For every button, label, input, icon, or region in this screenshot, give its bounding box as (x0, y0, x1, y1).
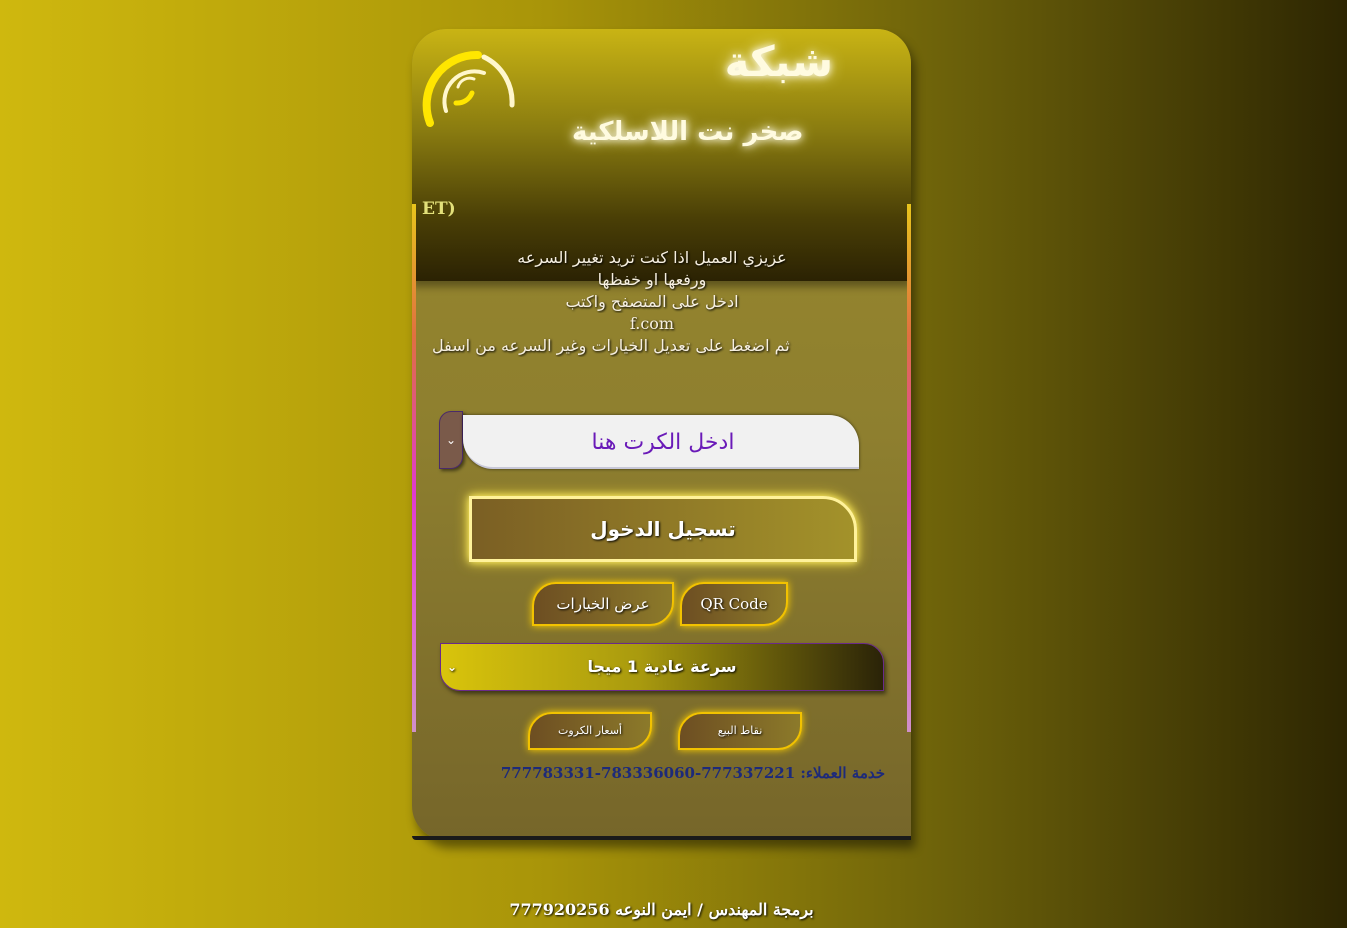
speed-select-value: سرعة عادية 1 ميجا (587, 657, 737, 676)
brand-subtitle: صخر نت اللاسلكية (572, 117, 804, 147)
instruction-line: ثم اضغط على تعديل الخيارات وغير السرعه م… (432, 336, 790, 355)
right-accent-bar (907, 204, 911, 732)
card-input-container (463, 415, 863, 469)
footer-credit-text: برمجة المهندس / ايمن النوعه 777920256 (509, 900, 814, 919)
chevron-down-icon: ⌄ (445, 433, 457, 447)
partial-brand-text: ET) (422, 199, 456, 219)
customer-support-text: خدمة العملاء: 777337221-783336060-777783… (500, 764, 885, 782)
wifi-icon (422, 50, 515, 127)
speed-select[interactable]: ⌄ سرعة عادية 1 ميجا (440, 643, 884, 691)
brand-title: شبكة (724, 37, 833, 86)
card-input-dropdown[interactable]: ⌄ (439, 411, 463, 469)
instruction-link[interactable]: f.com (432, 313, 872, 335)
instruction-line: ادخل على المتصفح واكتب (565, 292, 739, 311)
card-header: شبكة صخر نت اللاسلكية ET) (412, 29, 911, 281)
card-input[interactable] (463, 415, 863, 469)
login-card: شبكة صخر نت اللاسلكية ET) عزيزي العميل ا… (412, 29, 911, 840)
points-of-sale-button[interactable]: نقاط البيع (678, 712, 802, 750)
instruction-line: عزيزي العميل اذا كنت تريد تغيير السرعه (517, 248, 787, 267)
show-options-button[interactable]: عرض الخيارات (532, 582, 674, 626)
qr-code-button[interactable]: QR Code (680, 582, 788, 626)
footer-credit: برمجة المهندس / ايمن النوعه 777920256 (0, 900, 1347, 919)
left-accent-bar (412, 204, 416, 732)
card-bottom-edge (412, 836, 911, 840)
login-button[interactable]: تسجيل الدخول (469, 496, 857, 562)
instructions-text: عزيزي العميل اذا كنت تريد تغيير السرعه و… (432, 247, 872, 357)
chevron-down-icon: ⌄ (446, 660, 458, 674)
card-prices-button[interactable]: أسعار الكروت (528, 712, 652, 750)
instruction-line: ورفعها او خفظها (597, 270, 707, 289)
